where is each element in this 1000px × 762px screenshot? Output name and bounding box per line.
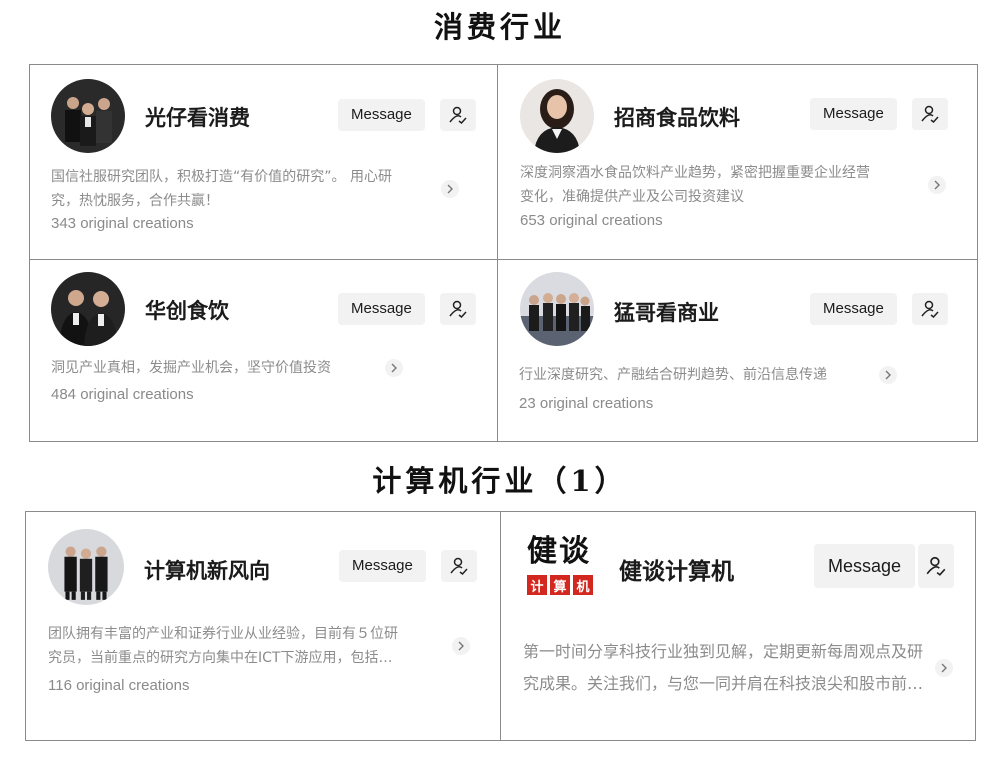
account-name[interactable]: 猛哥看商业 bbox=[614, 297, 719, 327]
logo-badge: 算 bbox=[550, 575, 570, 595]
chevron-right-icon[interactable] bbox=[452, 637, 470, 655]
account-card[interactable]: 健谈 计 算 机 健谈计算机 Message 第一时间分享科技行业独到见解，定期… bbox=[501, 512, 977, 742]
avatar[interactable] bbox=[51, 272, 125, 346]
creation-count: 653 original creations bbox=[520, 212, 663, 229]
message-button[interactable]: Message bbox=[810, 293, 897, 325]
account-name[interactable]: 健谈计算机 bbox=[619, 552, 734, 586]
follow-button[interactable] bbox=[912, 98, 948, 130]
logo-badge: 计 bbox=[527, 575, 547, 595]
creation-count: 116 original creations bbox=[48, 677, 190, 694]
account-description: 团队拥有丰富的产业和证券行业从业经验，目前有５位研 究员，当前重点的研究方向集中… bbox=[48, 622, 470, 670]
account-grid-computer: 计算机新风向 Message 团队拥有丰富的产业和证券行业从业经验，目前有５位研… bbox=[25, 511, 976, 741]
creation-count: 343 original creations bbox=[51, 215, 194, 232]
message-button[interactable]: Message bbox=[339, 550, 426, 582]
account-card[interactable]: 华创食饮 Message bbox=[30, 260, 497, 443]
logo-badge: 机 bbox=[573, 575, 593, 595]
avatar[interactable] bbox=[48, 529, 124, 605]
creation-count: 23 original creations bbox=[519, 395, 654, 412]
user-follow-icon bbox=[450, 557, 468, 576]
chevron-right-icon[interactable] bbox=[928, 176, 946, 194]
message-button[interactable]: Message bbox=[810, 98, 897, 130]
chevron-right-icon[interactable] bbox=[385, 359, 403, 377]
logo-text: 健谈 bbox=[527, 534, 591, 569]
section-title-computer: 计算机行业（1） bbox=[372, 464, 628, 498]
user-follow-icon bbox=[449, 300, 467, 319]
account-name[interactable]: 光仔看消费 bbox=[145, 102, 250, 132]
logo-badges: 计 算 机 bbox=[527, 575, 597, 595]
account-name[interactable]: 招商食品饮料 bbox=[614, 102, 740, 132]
account-card[interactable]: 猛哥看商业 Message bbox=[498, 260, 979, 443]
user-follow-icon bbox=[921, 105, 939, 124]
account-description: 深度洞察酒水食品饮料产业趋势，紧密把握重要企业经营 变化，准确提供产业及公司投资… bbox=[520, 161, 946, 209]
brand-logo[interactable]: 健谈 计 算 机 bbox=[527, 534, 597, 606]
user-follow-icon bbox=[926, 556, 946, 576]
section-title-consumer: 消费行业 bbox=[433, 10, 566, 44]
account-card[interactable]: 光仔看消费 Message 国信社服研究团队，积极打造“有价值的研究”。 用心研… bbox=[30, 65, 497, 259]
chevron-right-icon[interactable] bbox=[879, 366, 897, 384]
chevron-right-icon[interactable] bbox=[935, 659, 953, 677]
avatar[interactable] bbox=[520, 272, 594, 346]
chevron-right-icon[interactable] bbox=[441, 180, 459, 198]
account-description: 行业深度研究、产融结合研判趋势、前沿信息传递 bbox=[519, 363, 897, 387]
follow-button[interactable] bbox=[441, 550, 477, 582]
avatar[interactable] bbox=[520, 79, 594, 153]
message-button[interactable]: Message bbox=[338, 99, 425, 131]
account-name[interactable]: 计算机新风向 bbox=[144, 555, 270, 585]
follow-button[interactable] bbox=[918, 544, 954, 588]
follow-button[interactable] bbox=[912, 293, 948, 325]
account-description: 洞见产业真相，发掘产业机会，坚守价值投资 bbox=[51, 356, 403, 380]
message-button[interactable]: Message bbox=[338, 293, 425, 325]
account-card[interactable]: 招商食品饮料 Message 深度洞察酒水食品饮料产业趋势，紧密把握重要企业经营… bbox=[498, 65, 979, 259]
account-name[interactable]: 华创食饮 bbox=[145, 295, 229, 325]
user-follow-icon bbox=[449, 106, 467, 125]
account-description: 第一时间分享科技行业独到见解，定期更新每周观点及研 究成果。关注我们，与您一同并… bbox=[523, 636, 953, 700]
follow-button[interactable] bbox=[440, 99, 476, 131]
account-card[interactable]: 计算机新风向 Message 团队拥有丰富的产业和证券行业从业经验，目前有５位研… bbox=[26, 512, 500, 742]
message-button[interactable]: Message bbox=[814, 544, 916, 588]
account-description: 国信社服研究团队，积极打造“有价值的研究”。 用心研 究，热忱服务，合作共赢！ bbox=[51, 165, 459, 213]
follow-button[interactable] bbox=[440, 293, 476, 325]
user-follow-icon bbox=[921, 300, 939, 319]
avatar[interactable] bbox=[51, 79, 125, 153]
creation-count: 484 original creations bbox=[51, 386, 194, 403]
